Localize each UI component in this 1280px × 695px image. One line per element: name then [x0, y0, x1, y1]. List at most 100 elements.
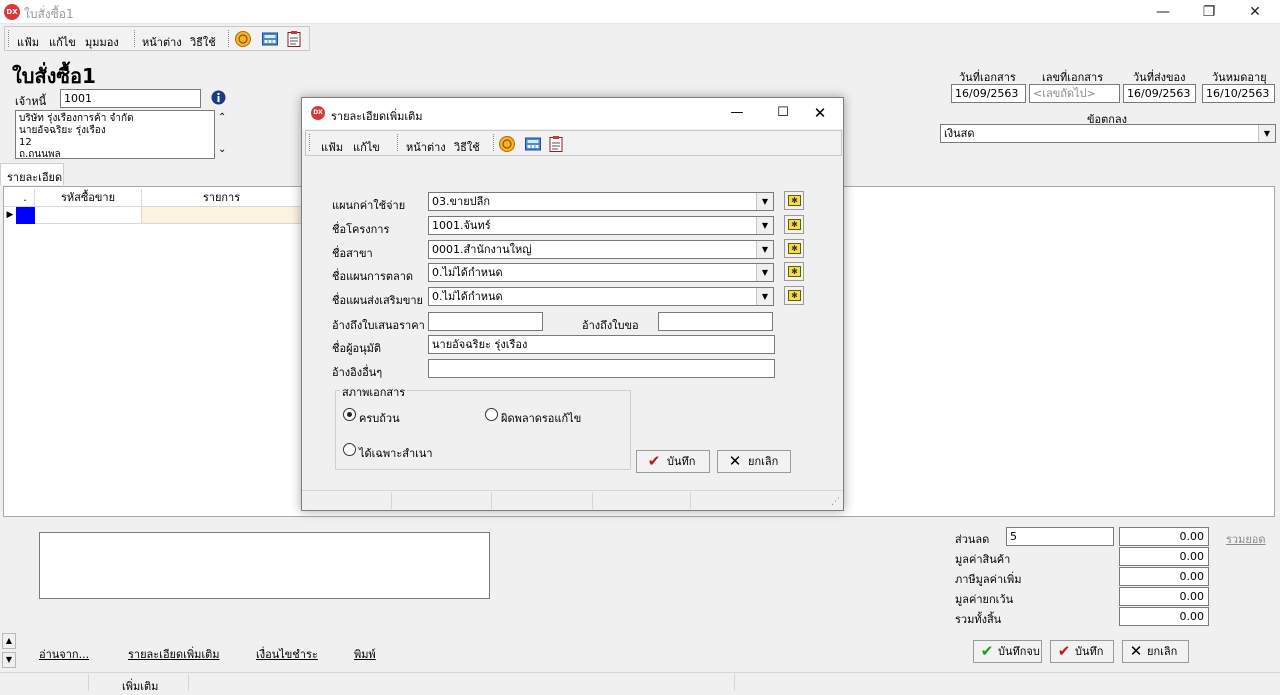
grand-total-label: รวมทั้งสิ้น: [955, 613, 1002, 626]
menu-help[interactable]: วิธีใช้: [190, 33, 216, 51]
window-title: ใบสั่งซื้อ1: [24, 7, 74, 21]
menu-file[interactable]: แฟ้ม: [17, 33, 39, 51]
tab-detail[interactable]: รายละเอียด: [0, 163, 64, 185]
dropdown-arrow-icon[interactable]: ▼: [756, 241, 773, 258]
clipboard-icon[interactable]: [547, 135, 565, 153]
request-ref-input[interactable]: [658, 312, 773, 331]
dialog-title: รายละเอียดเพิ่มเติม: [331, 110, 423, 123]
address-line: นายอัจฉริยะ รุ่งเรือง: [19, 125, 106, 136]
check-icon: ✔: [1057, 642, 1071, 660]
more-detail-dialog: DX รายละเอียดเพิ่มเติม — ☐ ✕ แฟ้ม แก้ไข …: [301, 97, 844, 511]
minimize-button[interactable]: —: [1140, 0, 1186, 24]
dialog-cancel-button[interactable]: ✕ ยกเลิก: [717, 450, 791, 473]
grid-cell-item[interactable]: [142, 207, 302, 224]
note-textarea[interactable]: [39, 532, 490, 599]
creditor-label: เจ้าหนี้: [15, 95, 47, 108]
calculator-icon[interactable]: [261, 30, 279, 48]
expense-plan-select[interactable]: 03.ขายปลีก ▼: [428, 192, 774, 211]
dropdown-arrow-icon[interactable]: ▼: [1258, 125, 1275, 142]
chevron-up-icon[interactable]: ⌃: [218, 112, 226, 123]
smiley-tool-icon[interactable]: [498, 135, 516, 153]
chevron-down-icon[interactable]: ⌄: [218, 144, 226, 155]
dialog-minimize-button[interactable]: —: [714, 99, 760, 127]
total-link[interactable]: รวมยอด: [1226, 530, 1266, 548]
dialog-save-button[interactable]: ✔ บันทึก: [636, 450, 710, 473]
promo-plan-lookup-button[interactable]: ✱: [784, 286, 804, 305]
grid-col-code[interactable]: รหัสซื้อขาย: [35, 189, 142, 207]
marketing-plan-label: ชื่อแผนการตลาด: [332, 270, 414, 283]
approver-input[interactable]: นายอัจฉริยะ รุ่งเรือง: [428, 335, 775, 354]
read-from-link[interactable]: อ่านจาก...: [39, 645, 89, 663]
dropdown-arrow-icon[interactable]: ▼: [756, 193, 773, 210]
calculator-icon[interactable]: [524, 135, 542, 153]
approver-label: ชื่อผู้อนุมัติ: [332, 342, 382, 355]
dropdown-arrow-icon[interactable]: ▼: [756, 264, 773, 281]
grid-cell-selected[interactable]: [16, 207, 35, 224]
branch-lookup-button[interactable]: ✱: [784, 239, 804, 258]
quote-ref-input[interactable]: [428, 312, 543, 331]
print-link[interactable]: พิมพ์: [354, 645, 376, 663]
grand-total-value: 0.00: [1119, 607, 1209, 626]
menu-view[interactable]: มุมมอง: [85, 33, 119, 51]
status-copy-radio[interactable]: [343, 443, 356, 456]
more-detail-link[interactable]: รายละเอียดเพิ่มเติม: [128, 645, 220, 663]
maximize-button[interactable]: ❐: [1186, 0, 1232, 24]
save-close-button[interactable]: ✔ บันทึกจบ: [973, 640, 1042, 663]
agreement-select[interactable]: เงินสด ▼: [940, 124, 1276, 143]
grid-col-item[interactable]: รายการ: [142, 189, 302, 207]
clipboard-icon[interactable]: [285, 30, 303, 48]
status-complete-label[interactable]: ครบถ้วน: [359, 409, 400, 427]
status-error-label[interactable]: ผิดพลาดรอแก้ไข: [501, 409, 581, 427]
status-copy-label[interactable]: ได้เฉพาะสำเนา: [359, 444, 433, 462]
status-error-radio[interactable]: [485, 408, 498, 421]
promo-plan-value: 0.ไม่ได้กำหนด: [432, 290, 503, 303]
info-icon[interactable]: [211, 90, 226, 105]
product-value: 0.00: [1119, 547, 1209, 566]
dialog-app-icon: DX: [311, 106, 325, 120]
promo-plan-select[interactable]: 0.ไม่ได้กำหนด ▼: [428, 287, 774, 306]
doc-date-input[interactable]: 16/09/2563: [951, 84, 1026, 103]
dialog-menu-help[interactable]: วิธีใช้: [454, 138, 480, 156]
dialog-menu-file[interactable]: แฟ้ม: [321, 138, 343, 156]
branch-value: 0001.สำนักงานใหญ่: [432, 243, 532, 256]
other-ref-label: อ้างอิงอื่นๆ: [332, 366, 383, 379]
x-icon: ✕: [1129, 642, 1143, 660]
smiley-tool-icon[interactable]: [234, 30, 252, 48]
cancel-button[interactable]: ✕ ยกเลิก: [1122, 640, 1189, 663]
expiry-date-input[interactable]: 16/10/2563: [1202, 84, 1275, 103]
expense-plan-lookup-button[interactable]: ✱: [784, 191, 804, 210]
payment-terms-link[interactable]: เงื่อนไขชำระ: [256, 645, 318, 663]
project-select[interactable]: 1001.จันทร์ ▼: [428, 216, 774, 235]
expense-plan-value: 03.ขายปลีก: [432, 195, 491, 208]
other-ref-input[interactable]: [428, 359, 775, 378]
dialog-menu-window[interactable]: หน้าต่าง: [406, 138, 446, 156]
dialog-menu-edit[interactable]: แก้ไข: [353, 138, 380, 156]
scroll-down-icon[interactable]: ▼: [2, 652, 16, 668]
dialog-close-button[interactable]: ✕: [797, 99, 843, 127]
delivery-date-input[interactable]: 16/09/2563: [1123, 84, 1196, 103]
grid-cell-code[interactable]: [35, 207, 142, 224]
marketing-plan-select[interactable]: 0.ไม่ได้กำหนด ▼: [428, 263, 774, 282]
expense-plan-label: แผนกค่าใช้จ่าย: [332, 199, 406, 212]
save-button[interactable]: ✔ บันทึก: [1050, 640, 1114, 663]
page-title: ใบสั่งซื้อ1: [12, 64, 96, 88]
marketing-plan-lookup-button[interactable]: ✱: [784, 262, 804, 281]
project-lookup-button[interactable]: ✱: [784, 215, 804, 234]
close-button[interactable]: ✕: [1232, 0, 1278, 24]
discount-input[interactable]: 5: [1006, 527, 1114, 546]
status-complete-radio[interactable]: [343, 408, 356, 421]
resize-grip-icon[interactable]: ⋰: [831, 497, 840, 507]
folder-icon: ✱: [788, 266, 801, 277]
folder-icon: ✱: [788, 243, 801, 254]
menu-edit[interactable]: แก้ไข: [49, 33, 76, 51]
promo-plan-label: ชื่อแผนส่งเสริมขาย: [332, 294, 423, 307]
title-bar: [0, 0, 1280, 24]
toolbar-grip: [309, 134, 311, 151]
scroll-up-icon[interactable]: ▲: [2, 633, 16, 649]
menu-window[interactable]: หน้าต่าง: [142, 33, 182, 51]
branch-select[interactable]: 0001.สำนักงานใหญ่ ▼: [428, 240, 774, 259]
creditor-input[interactable]: 1001: [60, 89, 201, 108]
doc-no-input[interactable]: <เลขถัดไป>: [1029, 84, 1120, 103]
dropdown-arrow-icon[interactable]: ▼: [756, 288, 773, 305]
dropdown-arrow-icon[interactable]: ▼: [756, 217, 773, 234]
